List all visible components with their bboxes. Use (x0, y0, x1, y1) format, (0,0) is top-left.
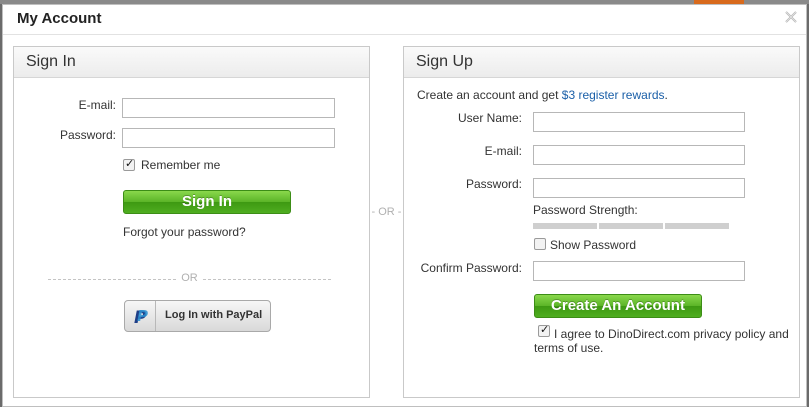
close-icon[interactable] (784, 10, 798, 24)
agree-terms-checkbox[interactable] (538, 323, 550, 337)
my-account-dialog: My Account Sign In E-mail: Password: Rem… (2, 4, 807, 407)
agree-terms-line-2[interactable]: terms of use. (534, 341, 603, 355)
show-password-label: Show Password (550, 238, 637, 252)
password-strength-label: Password Strength: (533, 203, 638, 217)
sign-in-or-separator: OR (48, 272, 331, 286)
panels-or-divider: - OR - (371, 206, 402, 218)
username-label: User Name: (457, 111, 522, 125)
strength-segment-3 (665, 223, 729, 229)
dialog-header: My Account (3, 5, 806, 35)
username-field[interactable] (533, 112, 745, 132)
sign-in-heading: Sign In (14, 47, 369, 78)
signup-password-field[interactable] (533, 178, 745, 198)
remember-me-checkbox[interactable] (123, 157, 135, 171)
strength-segment-2 (599, 223, 663, 229)
signup-intro-text: Create an account and get (417, 88, 562, 102)
signin-email-field[interactable] (122, 98, 335, 118)
sign-up-heading: Sign Up (404, 47, 799, 78)
register-rewards-link[interactable]: $3 register rewards (562, 88, 665, 102)
dialog-title: My Account (17, 10, 102, 27)
svg-text:P: P (137, 307, 148, 325)
signup-email-field[interactable] (533, 145, 745, 165)
signup-intro: Create an account and get $3 register re… (417, 88, 668, 102)
signup-password-label: Password: (465, 177, 522, 191)
sign-up-panel: Sign Up Create an account and get $3 reg… (403, 46, 800, 398)
signup-email-label: E-mail: (484, 144, 522, 158)
create-account-button[interactable]: Create An Account (534, 294, 702, 318)
paypal-icon: P P (125, 301, 156, 331)
signup-intro-end: . (664, 88, 668, 102)
show-password-checkbox[interactable] (534, 238, 546, 250)
confirm-password-label: Confirm Password: (420, 261, 522, 275)
paypal-login-button[interactable]: P P Log In with PayPal (124, 300, 271, 332)
forgot-password-link[interactable]: Forgot your password? (123, 225, 246, 239)
strength-segment-1 (533, 223, 597, 229)
confirm-password-field[interactable] (533, 261, 745, 281)
signin-password-label: Password: (59, 128, 116, 142)
sign-in-or-text: OR (181, 272, 198, 284)
sign-in-button[interactable]: Sign In (123, 190, 291, 214)
signin-password-field[interactable] (122, 128, 335, 148)
remember-me-label: Remember me (141, 158, 221, 172)
sign-in-panel: Sign In E-mail: Password: Remember me Si… (13, 46, 370, 398)
agree-terms-line-1: I agree to DinoDirect.com privacy policy… (554, 327, 789, 341)
signin-email-label: E-mail: (78, 98, 116, 112)
paypal-button-label: Log In with PayPal (165, 309, 263, 321)
